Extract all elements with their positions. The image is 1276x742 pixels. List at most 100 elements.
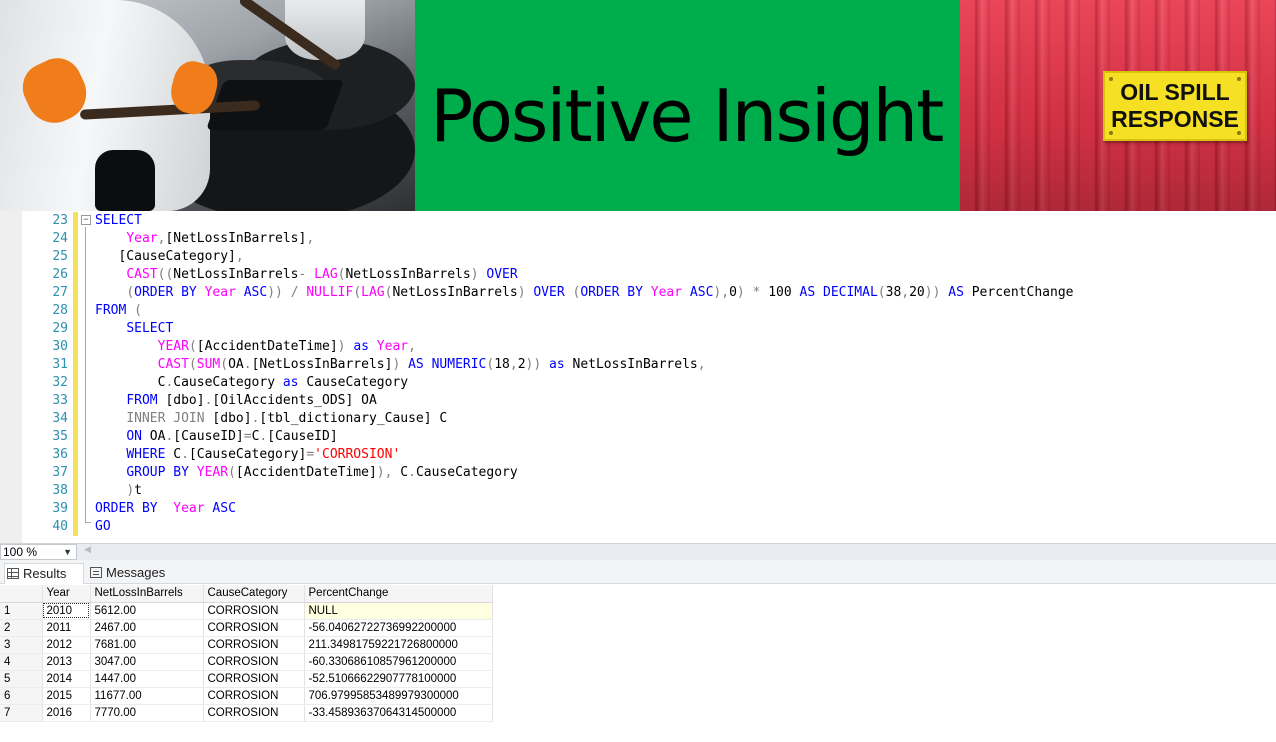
code-text: )t <box>126 483 142 498</box>
code-line[interactable]: 33 FROM [dbo].[OilAccidents_ODS] OA <box>0 392 1276 410</box>
code-text: WHERE C.[CauseCategory]='CORROSION' <box>126 447 401 462</box>
cell-netlossinbarrels[interactable]: 11677.00 <box>90 687 204 705</box>
code-line[interactable]: 38 )t <box>0 482 1276 500</box>
cell-causecategory[interactable]: CORROSION <box>203 704 305 722</box>
cell-causecategory[interactable]: CORROSION <box>203 602 305 620</box>
code-line[interactable]: 34 INNER JOIN [dbo].[tbl_dictionary_Caus… <box>0 410 1276 428</box>
tab-messages-label: Messages <box>106 565 166 580</box>
table-row[interactable]: 7 2016 7770.00 CORROSION -33.458936370643145… <box>0 704 493 722</box>
change-marker <box>73 230 78 248</box>
zoom-select[interactable]: 100 % ▼ <box>0 544 77 560</box>
table-row[interactable]: 2 2011 2467.00 CORROSION -56.040627227369922… <box>0 619 493 637</box>
code-text: FROM [dbo].[OilAccidents_ODS] OA <box>126 393 377 408</box>
code-line[interactable]: 24 Year,[NetLossInBarrels], <box>0 230 1276 248</box>
table-row[interactable]: 6 2015 11677.00 CORROSION 706.97995853489979… <box>0 687 493 705</box>
sql-editor[interactable]: − 23 SELECT 24 Year,[NetLossInBarrels], 25 … <box>0 211 1276 543</box>
code-line[interactable]: 37 GROUP BY YEAR([AccidentDateTime]), C.… <box>0 464 1276 482</box>
cell-causecategory[interactable]: CORROSION <box>203 636 305 654</box>
cell-percentchange[interactable]: 211.34981759221726800000 <box>304 636 493 654</box>
cell-netlossinbarrels[interactable]: 3047.00 <box>90 653 204 671</box>
cell-percentchange[interactable]: -56.04062722736992200000 <box>304 619 493 637</box>
table-row[interactable]: 4 2013 3047.00 CORROSION -60.330686108579612… <box>0 653 493 671</box>
code-text: YEAR([AccidentDateTime]) as Year, <box>157 339 416 354</box>
cell-netlossinbarrels[interactable]: 2467.00 <box>90 619 204 637</box>
grid-icon <box>7 568 19 579</box>
oil-spill-response-sign: OIL SPILL RESPONSE <box>1103 71 1247 141</box>
code-text: INNER JOIN [dbo].[tbl_dictionary_Cause] … <box>126 411 448 426</box>
code-line[interactable]: 40 GO <box>0 518 1276 536</box>
row-number[interactable]: 7 <box>0 704 43 722</box>
code-line[interactable]: 23 SELECT <box>0 212 1276 230</box>
change-marker <box>73 500 78 518</box>
cell-percentchange[interactable]: -33.45893637064314500000 <box>304 704 493 722</box>
code-line[interactable]: 26 CAST((NetLossInBarrels- LAG(NetLossIn… <box>0 266 1276 284</box>
cell-percentchange[interactable]: -60.33068610857961200000 <box>304 653 493 671</box>
row-number[interactable]: 2 <box>0 619 43 637</box>
cell-causecategory[interactable]: CORROSION <box>203 653 305 671</box>
scroll-left-icon[interactable]: ◀ <box>84 545 91 555</box>
line-number: 35 <box>52 429 68 444</box>
cell-percentchange[interactable]: -52.51066622907778100000 <box>304 670 493 688</box>
code-line[interactable]: 31 CAST(SUM(OA.[NetLossInBarrels]) AS NU… <box>0 356 1276 374</box>
row-number[interactable]: 3 <box>0 636 43 654</box>
cell-percentchange[interactable]: NULL <box>304 602 493 620</box>
cell-netlossinbarrels[interactable]: 7681.00 <box>90 636 204 654</box>
cell-year[interactable]: 2014 <box>42 670 91 688</box>
row-number-header[interactable] <box>0 585 43 603</box>
line-number: 38 <box>52 483 68 498</box>
cell-year[interactable]: 2013 <box>42 653 91 671</box>
table-row[interactable]: 3 2012 7681.00 CORROSION 211.349817592217268… <box>0 636 493 654</box>
row-number[interactable]: 4 <box>0 653 43 671</box>
cell-netlossinbarrels[interactable]: 1447.00 <box>90 670 204 688</box>
code-text: CAST((NetLossInBarrels- LAG(NetLossInBar… <box>126 267 518 282</box>
cell-causecategory[interactable]: CORROSION <box>203 670 305 688</box>
row-number[interactable]: 5 <box>0 670 43 688</box>
row-number[interactable]: 6 <box>0 687 43 705</box>
line-number: 28 <box>52 303 68 318</box>
table-row[interactable]: 5 2014 1447.00 CORROSION -52.510666229077781… <box>0 670 493 688</box>
code-line[interactable]: 29 SELECT <box>0 320 1276 338</box>
results-grid[interactable]: Year NetLossInBarrels CauseCategory Perc… <box>0 585 493 722</box>
code-text: GO <box>95 519 111 534</box>
change-marker <box>73 374 78 392</box>
sign-line-2: RESPONSE <box>1111 106 1239 132</box>
code-line[interactable]: 27 (ORDER BY Year ASC)) / NULLIF(LAG(Net… <box>0 284 1276 302</box>
cell-year[interactable]: 2015 <box>42 687 91 705</box>
column-header-year[interactable]: Year <box>42 585 91 603</box>
code-text: ORDER BY Year ASC <box>95 501 236 516</box>
table-row[interactable]: 1 2010 5612.00 CORROSION NULL <box>0 602 493 620</box>
cell-year[interactable]: 2010 <box>42 602 91 620</box>
grid-body: 1 2010 5612.00 CORROSION NULL 2 2011 2467.00 COR… <box>0 602 493 722</box>
cell-netlossinbarrels[interactable]: 7770.00 <box>90 704 204 722</box>
column-header-causecategory[interactable]: CauseCategory <box>203 585 305 603</box>
editor-status-bar: 100 % ▼ ◀ <box>0 543 1276 560</box>
line-number: 30 <box>52 339 68 354</box>
column-header-netlossinbarrels[interactable]: NetLossInBarrels <box>90 585 204 603</box>
cell-percentchange[interactable]: 706.97995853489979300000 <box>304 687 493 705</box>
code-line[interactable]: 36 WHERE C.[CauseCategory]='CORROSION' <box>0 446 1276 464</box>
cell-year[interactable]: 2016 <box>42 704 91 722</box>
tab-results-label: Results <box>23 566 67 581</box>
column-header-percentchange[interactable]: PercentChange <box>304 585 493 603</box>
row-number[interactable]: 1 <box>0 602 43 620</box>
cell-year[interactable]: 2012 <box>42 636 91 654</box>
results-tabstrip: Results Messages <box>0 560 1276 584</box>
line-number: 25 <box>52 249 68 264</box>
code-line[interactable]: 30 YEAR([AccidentDateTime]) as Year, <box>0 338 1276 356</box>
line-number: 26 <box>52 267 68 282</box>
code-line[interactable]: 28 FROM ( <box>0 302 1276 320</box>
code-line[interactable]: 25 [CauseCategory], <box>0 248 1276 266</box>
change-marker <box>73 482 78 500</box>
change-marker <box>73 392 78 410</box>
cell-causecategory[interactable]: CORROSION <box>203 687 305 705</box>
cell-netlossinbarrels[interactable]: 5612.00 <box>90 602 204 620</box>
code-line[interactable]: 35 ON OA.[CauseID]=C.[CauseID] <box>0 428 1276 446</box>
code-line[interactable]: 39 ORDER BY Year ASC <box>0 500 1276 518</box>
change-marker <box>73 266 78 284</box>
tab-messages[interactable]: Messages <box>88 563 184 584</box>
code-line[interactable]: 32 C.CauseCategory as CauseCategory <box>0 374 1276 392</box>
tab-results[interactable]: Results <box>4 563 84 584</box>
change-marker <box>73 284 78 302</box>
cell-causecategory[interactable]: CORROSION <box>203 619 305 637</box>
cell-year[interactable]: 2011 <box>42 619 91 637</box>
